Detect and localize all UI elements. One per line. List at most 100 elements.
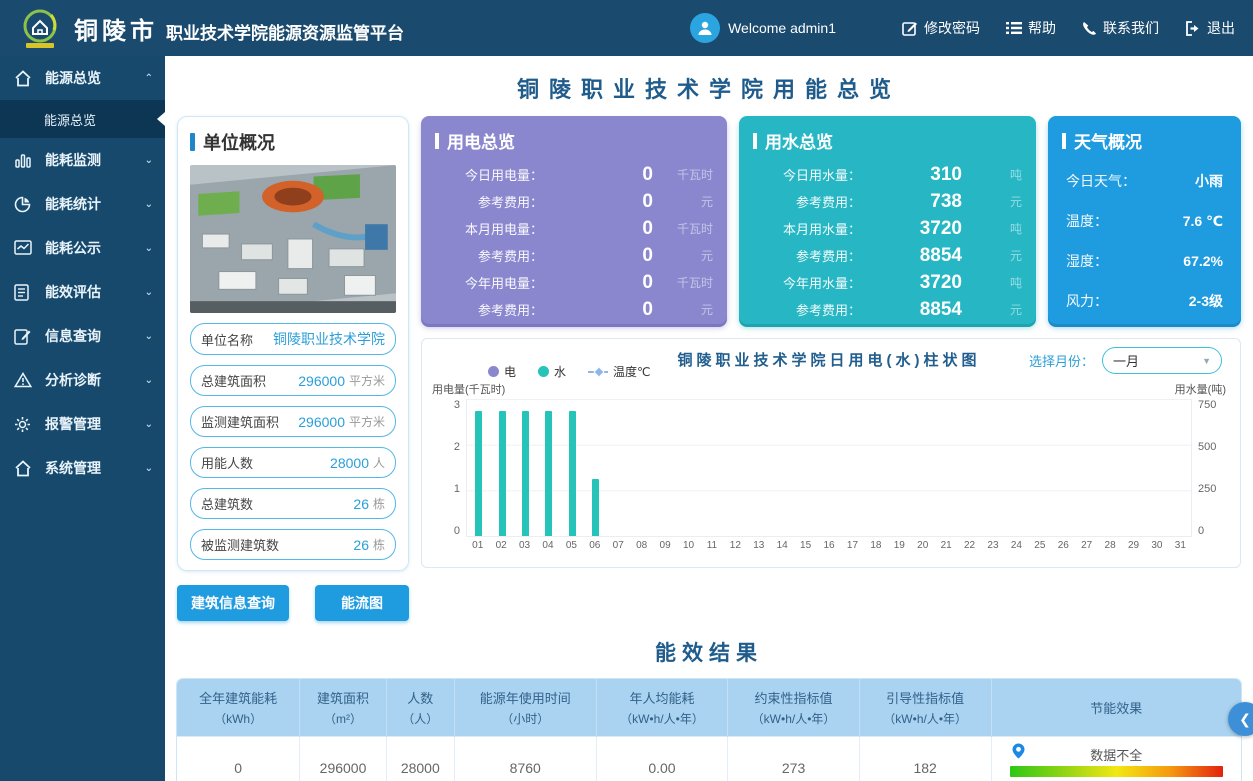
help-button[interactable]: 帮助 — [1006, 18, 1056, 38]
sidebar-item-label: 信息查询 — [45, 326, 101, 346]
legend-electricity[interactable]: 电 — [488, 363, 516, 380]
x-axis-label: 23 — [981, 540, 1004, 551]
campus-image — [190, 165, 396, 313]
bar-slot[interactable] — [911, 399, 934, 536]
bar-slot[interactable] — [887, 399, 910, 536]
trend-chart-icon — [14, 240, 36, 256]
水-bar[interactable] — [545, 411, 552, 536]
bar-slot[interactable] — [607, 399, 630, 536]
x-axis-label: 26 — [1052, 540, 1075, 551]
chevron-down-icon: ⌄ — [145, 463, 153, 474]
change-password-label: 修改密码 — [924, 18, 980, 38]
bar-slot[interactable] — [514, 399, 537, 536]
sidebar-item-energy-publicity[interactable]: 能耗公示 ⌄ — [0, 226, 165, 270]
bar-slot[interactable] — [631, 399, 654, 536]
bar-slot[interactable] — [841, 399, 864, 536]
bar-slot[interactable] — [747, 399, 770, 536]
bar-slot[interactable] — [864, 399, 887, 536]
bar-slot[interactable] — [724, 399, 747, 536]
table-header-row: 全年建筑能耗（kWh） 建筑面积（m²） 人数（人） 能源年使用时间（小时） 年… — [177, 679, 1241, 737]
bar-slot[interactable] — [1051, 399, 1074, 536]
electricity-overview-panel: 用电总览 今日用电量：0千瓦时 参考费用：0元 本月用电量：0千瓦时 参考费用：… — [421, 116, 727, 324]
change-password-button[interactable]: 修改密码 — [902, 18, 980, 38]
x-axis-label: 07 — [607, 540, 630, 551]
logout-icon — [1185, 21, 1201, 36]
cell-annual-hours: 8760 — [454, 737, 596, 781]
bar-slot[interactable] — [467, 399, 490, 536]
total-area-field: 总建筑面积 296000 平方米 — [190, 365, 396, 396]
logout-button[interactable]: 退出 — [1185, 18, 1235, 38]
electricity-dot-icon — [488, 366, 499, 377]
bar-slot[interactable] — [654, 399, 677, 536]
水-bar[interactable] — [569, 411, 576, 536]
sidebar-item-info-query[interactable]: 信息查询 ⌄ — [0, 314, 165, 358]
bar-slot[interactable] — [934, 399, 957, 536]
bar-slot[interactable] — [537, 399, 560, 536]
unit-overview-card: 单位概况 — [177, 116, 409, 571]
bar-slot[interactable] — [1121, 399, 1144, 536]
building-info-query-button[interactable]: 建筑信息查询 — [177, 585, 289, 621]
sidebar-subitem-energy-overview[interactable]: 能源总览 — [0, 100, 165, 138]
水-bar[interactable] — [592, 479, 599, 536]
month-select[interactable]: 一月 ▼ — [1102, 347, 1222, 374]
sidebar-item-efficiency-evaluation[interactable]: 能效评估 ⌄ — [0, 270, 165, 314]
bar-slot[interactable] — [794, 399, 817, 536]
sidebar-item-energy-statistics[interactable]: 能耗统计 ⌄ — [0, 182, 165, 226]
bar-slot[interactable] — [1144, 399, 1167, 536]
水-bar[interactable] — [475, 411, 482, 536]
legend-water[interactable]: 水 — [538, 363, 566, 380]
month-select-label: 选择月份： — [1029, 351, 1094, 370]
bar-slot[interactable] — [1004, 399, 1027, 536]
水-bar[interactable] — [499, 411, 506, 536]
bar-slot[interactable] — [817, 399, 840, 536]
energy-users-field: 用能人数 28000 人 — [190, 447, 396, 478]
bar-slot[interactable] — [677, 399, 700, 536]
sidebar-item-alarm-management[interactable]: 报警管理 ⌄ — [0, 402, 165, 446]
daily-usage-chart-card: 铜陵职业技术学院日用电(水)柱状图 电 水 温度℃ 选择月份： 一月 ▼ — [421, 338, 1241, 568]
saving-effect-gauge: 数据不全 182 273 — [1010, 743, 1224, 781]
bar-slot[interactable] — [1028, 399, 1051, 536]
bar-slot[interactable] — [701, 399, 724, 536]
stat-row: 今日用电量：0千瓦时 — [435, 161, 713, 188]
bar-slot[interactable] — [1168, 399, 1191, 536]
cell-per-capita: 0.00 — [596, 737, 728, 781]
bar-slot[interactable] — [771, 399, 794, 536]
bar-slot[interactable] — [1074, 399, 1097, 536]
cell-annual-energy: 0 — [177, 737, 300, 781]
x-axis-label: 21 — [934, 540, 957, 551]
cell-people-count: 28000 — [386, 737, 454, 781]
bar-slot[interactable] — [981, 399, 1004, 536]
monitored-area-field: 监测建筑面积 296000 平方米 — [190, 406, 396, 437]
chart-plot[interactable] — [466, 399, 1192, 537]
sidebar-nav: 能源总览 ⌃ 能源总览 能耗监测 ⌄ 能耗统计 ⌄ 能耗公示 ⌄ 能效评估 ⌄ … — [0, 56, 165, 781]
contact-us-button[interactable]: 联系我们 — [1082, 18, 1159, 38]
bar-slot[interactable] — [560, 399, 583, 536]
sidebar-item-label: 能耗监测 — [45, 150, 101, 170]
water-overview-panel: 用水总览 今日用水量：310吨 参考费用：738元 本月用水量：3720吨 参考… — [739, 116, 1036, 324]
bar-slot[interactable] — [958, 399, 981, 536]
bar-slot[interactable] — [490, 399, 513, 536]
edit-doc-icon — [14, 328, 36, 345]
stat-row: 参考费用：0元 — [435, 296, 713, 323]
sidebar-item-energy-monitoring[interactable]: 能耗监测 ⌄ — [0, 138, 165, 182]
main-content: 铜陵职业技术学院用能总览 单位概况 — [165, 56, 1253, 781]
水-bar[interactable] — [522, 411, 529, 536]
weather-row: 风力：2-3级 — [1062, 281, 1227, 321]
x-axis-label: 05 — [560, 540, 583, 551]
contact-us-label: 联系我们 — [1103, 18, 1159, 38]
col-guidance-index: 引导性指标值（kW•h/人•年） — [859, 679, 991, 737]
sidebar-subitem-label: 能源总览 — [44, 110, 96, 129]
bar-slot[interactable] — [1098, 399, 1121, 536]
legend-temperature[interactable]: 温度℃ — [588, 363, 650, 380]
sidebar-item-system-management[interactable]: 系统管理 ⌄ — [0, 446, 165, 490]
water-panel-title: 用水总览 — [753, 128, 1022, 153]
weather-row: 今日天气：小雨 — [1062, 161, 1227, 201]
bar-slot[interactable] — [584, 399, 607, 536]
table-row: 0 296000 28000 8760 0.00 273 182 数据不全 1 — [177, 737, 1241, 781]
user-avatar[interactable] — [690, 13, 720, 43]
sidebar-item-analysis-diagnosis[interactable]: 分析诊断 ⌄ — [0, 358, 165, 402]
energy-flow-button[interactable]: 能流图 — [315, 585, 409, 621]
sidebar-item-label: 能耗统计 — [45, 194, 101, 214]
sidebar-item-energy-overview[interactable]: 能源总览 ⌃ — [0, 56, 165, 100]
user-icon — [696, 19, 714, 37]
